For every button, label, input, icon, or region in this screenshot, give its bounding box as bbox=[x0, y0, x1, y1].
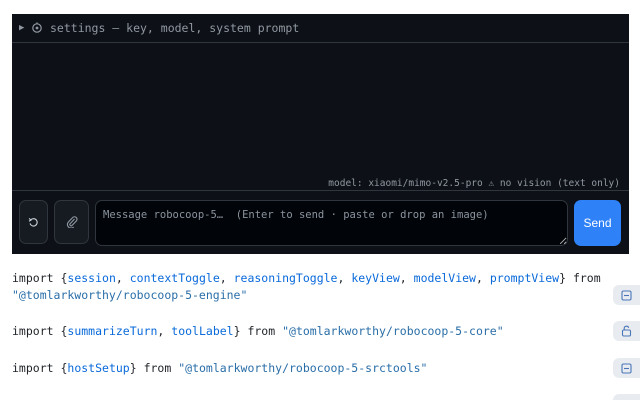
import-name: keyView bbox=[351, 271, 400, 285]
cell-toggle-button[interactable] bbox=[613, 358, 640, 378]
import-source: "@tomlarkworthy/robocoop-5-engine" bbox=[12, 288, 248, 302]
import-name: summarizeTurn bbox=[67, 324, 158, 338]
chat-panel: ▶ settings — key, model, system prompt m… bbox=[12, 14, 629, 254]
message-input[interactable] bbox=[95, 200, 568, 246]
disclosure-triangle-icon: ▶ bbox=[19, 23, 25, 33]
import-name: reasoningToggle bbox=[233, 271, 338, 285]
cell-toggle-button[interactable] bbox=[613, 394, 640, 400]
settings-label: settings — key, model, system prompt bbox=[50, 21, 300, 35]
cell-toggle-button[interactable] bbox=[613, 321, 640, 341]
attach-button[interactable] bbox=[54, 200, 89, 244]
import-keyword: import bbox=[12, 361, 54, 375]
model-status: model: xiaomi/mimo-v2.5-pro ⚠ no vision … bbox=[328, 178, 620, 189]
reset-button[interactable] bbox=[19, 200, 48, 244]
reset-icon bbox=[28, 213, 39, 232]
import-source: "@tomlarkworthy/robocoop-5-core" bbox=[282, 324, 504, 338]
unlock-icon bbox=[621, 322, 632, 341]
paperclip-icon bbox=[66, 213, 78, 232]
from-keyword: from bbox=[143, 361, 172, 375]
collapse-icon bbox=[621, 359, 632, 378]
import-name: contextToggle bbox=[129, 271, 220, 285]
settings-summary[interactable]: ▶ settings — key, model, system prompt bbox=[12, 14, 629, 43]
composer: Send bbox=[12, 190, 629, 254]
import-keyword: import bbox=[12, 271, 54, 285]
import-keyword: import bbox=[12, 324, 54, 338]
gear-icon bbox=[31, 21, 46, 36]
cell-toggle-button[interactable] bbox=[613, 285, 640, 305]
from-keyword: from bbox=[572, 271, 601, 285]
collapse-icon bbox=[621, 286, 632, 305]
import-name: toolLabel bbox=[171, 324, 234, 338]
send-button[interactable]: Send bbox=[574, 200, 621, 246]
import-name: hostSetup bbox=[67, 361, 130, 375]
from-keyword: from bbox=[247, 324, 276, 338]
message-list: model: xiaomi/mimo-v2.5-pro ⚠ no vision … bbox=[12, 43, 629, 190]
import-statement: import {summarizeTurn, toolLabel} from "… bbox=[12, 324, 504, 338]
import-name: session bbox=[67, 271, 116, 285]
import-name: promptView bbox=[489, 271, 560, 285]
import-name: modelView bbox=[413, 271, 476, 285]
import-statement: import {session, contextToggle, reasonin… bbox=[12, 271, 601, 302]
import-source: "@tomlarkworthy/robocoop-5-srctools" bbox=[178, 361, 428, 375]
import-statement: import {hostSetup} from "@tomlarkworthy/… bbox=[12, 361, 428, 375]
